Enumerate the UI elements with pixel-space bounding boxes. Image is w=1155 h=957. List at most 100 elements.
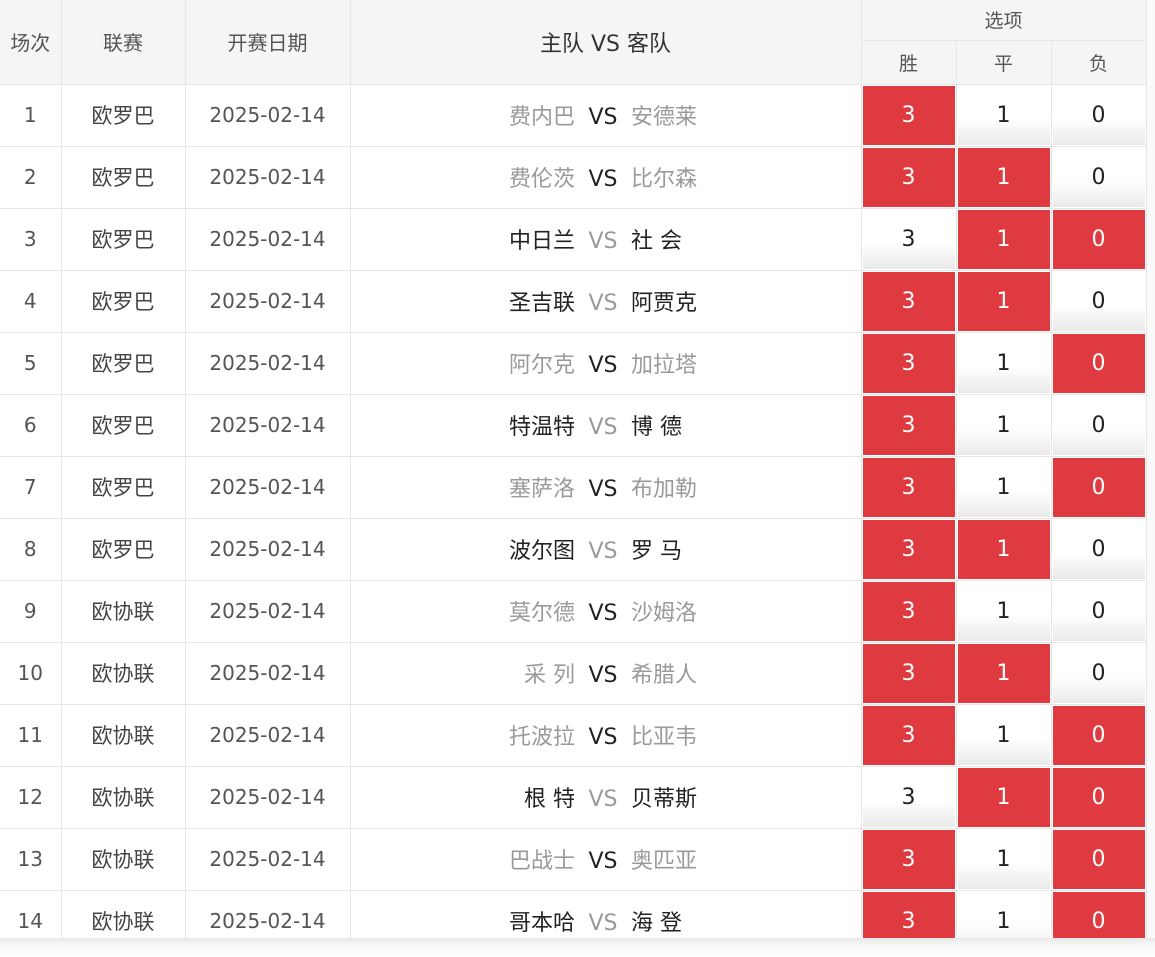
option-win[interactable]: 3 — [861, 642, 957, 705]
option-draw[interactable]: 1 — [956, 828, 1052, 891]
match-date: 2025-02-14 — [185, 642, 351, 705]
home-team: 阿尔克 — [508, 353, 575, 378]
league-name: 欧罗巴 — [61, 270, 186, 333]
vs-label: VS — [588, 105, 618, 130]
option-lose[interactable]: 0 — [1051, 704, 1147, 767]
match-teams: 费伦茨 VS 比尔森 — [350, 146, 862, 209]
option-draw-value[interactable]: 1 — [957, 581, 1050, 641]
home-team: 费内巴 — [508, 105, 575, 130]
option-lose-value[interactable]: 0 — [1052, 519, 1145, 579]
option-draw[interactable]: 1 — [956, 146, 1052, 209]
option-draw[interactable]: 1 — [956, 208, 1052, 271]
option-lose[interactable]: 0 — [1051, 828, 1147, 891]
vs-label: VS — [588, 229, 618, 254]
table-row: 11 欧协联 2025-02-14 托波拉 VS 比亚韦 3 1 0 — [0, 704, 1147, 767]
option-win[interactable]: 3 — [861, 394, 957, 457]
option-win[interactable]: 3 — [861, 146, 957, 209]
option-win-value[interactable]: 3 — [862, 457, 955, 517]
option-lose-value[interactable]: 0 — [1052, 829, 1145, 889]
option-lose[interactable]: 0 — [1051, 642, 1147, 705]
option-lose[interactable]: 0 — [1051, 394, 1147, 457]
option-win-value[interactable]: 3 — [862, 581, 955, 641]
option-draw[interactable]: 1 — [956, 270, 1052, 333]
option-draw-value[interactable]: 1 — [957, 643, 1050, 703]
option-lose-value[interactable]: 0 — [1052, 333, 1145, 393]
option-win[interactable]: 3 — [861, 580, 957, 643]
option-draw[interactable]: 1 — [956, 518, 1052, 581]
option-win-value[interactable]: 3 — [862, 85, 955, 145]
option-win[interactable]: 3 — [861, 208, 957, 271]
option-lose[interactable]: 0 — [1051, 270, 1147, 333]
match-number: 8 — [0, 518, 62, 581]
option-lose-value[interactable]: 0 — [1052, 643, 1145, 703]
option-draw-value[interactable]: 1 — [957, 829, 1050, 889]
option-lose-value[interactable]: 0 — [1052, 147, 1145, 207]
match-number: 1 — [0, 84, 62, 147]
match-number: 4 — [0, 270, 62, 333]
option-draw[interactable]: 1 — [956, 580, 1052, 643]
option-draw[interactable]: 1 — [956, 332, 1052, 395]
option-draw-value[interactable]: 1 — [957, 767, 1050, 827]
option-draw[interactable]: 1 — [956, 642, 1052, 705]
option-draw-value[interactable]: 1 — [957, 519, 1050, 579]
match-date: 2025-02-14 — [185, 394, 351, 457]
option-win[interactable]: 3 — [861, 456, 957, 519]
option-win-value[interactable]: 3 — [862, 705, 955, 765]
option-draw-value[interactable]: 1 — [957, 147, 1050, 207]
vs-label: VS — [588, 415, 618, 440]
option-win[interactable]: 3 — [861, 518, 957, 581]
match-teams: 特温特 VS 博 德 — [350, 394, 862, 457]
match-teams: 莫尔德 VS 沙姆洛 — [350, 580, 862, 643]
option-win[interactable]: 3 — [861, 828, 957, 891]
table-row: 5 欧罗巴 2025-02-14 阿尔克 VS 加拉塔 3 1 0 — [0, 332, 1147, 395]
option-win-value[interactable]: 3 — [862, 767, 955, 827]
option-win-value[interactable]: 3 — [862, 271, 955, 331]
option-lose-value[interactable]: 0 — [1052, 395, 1145, 455]
option-lose[interactable]: 0 — [1051, 146, 1147, 209]
option-lose-value[interactable]: 0 — [1052, 85, 1145, 145]
match-date: 2025-02-14 — [185, 146, 351, 209]
option-draw[interactable]: 1 — [956, 394, 1052, 457]
option-draw-value[interactable]: 1 — [957, 85, 1050, 145]
option-lose-value[interactable]: 0 — [1052, 705, 1145, 765]
option-lose[interactable]: 0 — [1051, 518, 1147, 581]
option-draw-value[interactable]: 1 — [957, 395, 1050, 455]
option-win-value[interactable]: 3 — [862, 643, 955, 703]
option-draw[interactable]: 1 — [956, 704, 1052, 767]
option-win-value[interactable]: 3 — [862, 147, 955, 207]
option-draw-value[interactable]: 1 — [957, 271, 1050, 331]
match-date: 2025-02-14 — [185, 270, 351, 333]
option-draw-value[interactable]: 1 — [957, 209, 1050, 269]
option-lose-value[interactable]: 0 — [1052, 581, 1145, 641]
option-win[interactable]: 3 — [861, 84, 957, 147]
option-draw[interactable]: 1 — [956, 84, 1052, 147]
option-lose[interactable]: 0 — [1051, 456, 1147, 519]
option-lose[interactable]: 0 — [1051, 580, 1147, 643]
option-draw-value[interactable]: 1 — [957, 457, 1050, 517]
option-win-value[interactable]: 3 — [862, 333, 955, 393]
option-win[interactable]: 3 — [861, 704, 957, 767]
option-win-value[interactable]: 3 — [862, 209, 955, 269]
home-team: 中日兰 — [508, 229, 575, 254]
match-number: 6 — [0, 394, 62, 457]
option-lose[interactable]: 0 — [1051, 766, 1147, 829]
option-lose-value[interactable]: 0 — [1052, 767, 1145, 827]
option-lose-value[interactable]: 0 — [1052, 271, 1145, 331]
league-name: 欧罗巴 — [61, 394, 186, 457]
league-name: 欧协联 — [61, 704, 186, 767]
option-win-value[interactable]: 3 — [862, 395, 955, 455]
option-draw-value[interactable]: 1 — [957, 705, 1050, 765]
option-draw[interactable]: 1 — [956, 456, 1052, 519]
option-win-value[interactable]: 3 — [862, 829, 955, 889]
option-win[interactable]: 3 — [861, 270, 957, 333]
option-win-value[interactable]: 3 — [862, 519, 955, 579]
option-lose-value[interactable]: 0 — [1052, 457, 1145, 517]
option-lose[interactable]: 0 — [1051, 332, 1147, 395]
option-win[interactable]: 3 — [861, 766, 957, 829]
option-draw[interactable]: 1 — [956, 766, 1052, 829]
option-draw-value[interactable]: 1 — [957, 333, 1050, 393]
option-win[interactable]: 3 — [861, 332, 957, 395]
option-lose[interactable]: 0 — [1051, 84, 1147, 147]
option-lose-value[interactable]: 0 — [1052, 209, 1145, 269]
option-lose[interactable]: 0 — [1051, 208, 1147, 271]
